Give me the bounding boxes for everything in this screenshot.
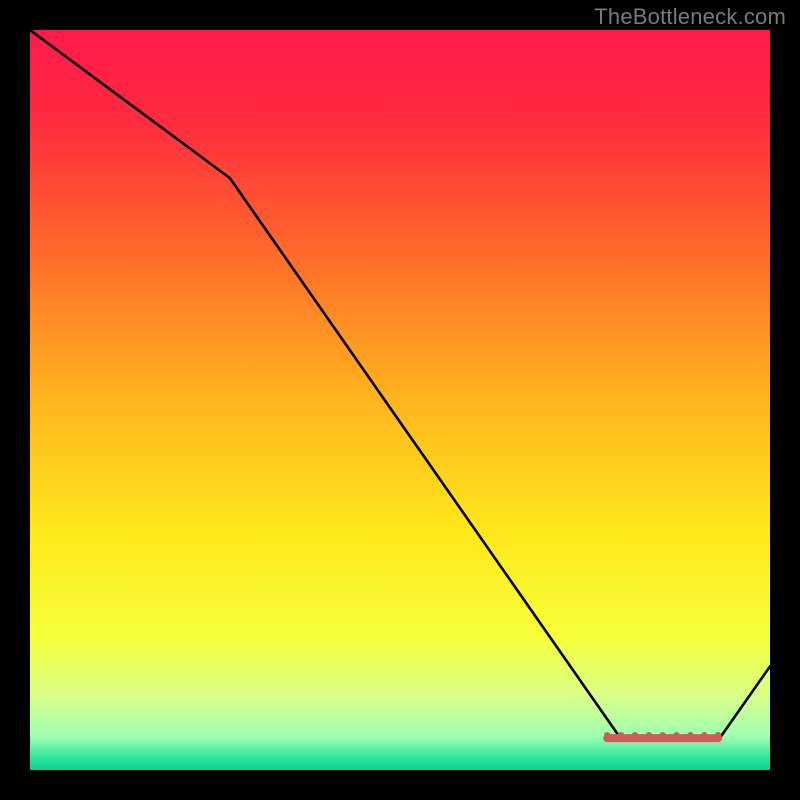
watermark-text: TheBottleneck.com	[594, 4, 786, 30]
highlight-marker	[604, 732, 721, 738]
chart-frame: { "watermark": "TheBottleneck.com", "cha…	[0, 0, 800, 800]
gradient-background	[30, 30, 770, 770]
bottleneck-chart	[30, 30, 770, 770]
